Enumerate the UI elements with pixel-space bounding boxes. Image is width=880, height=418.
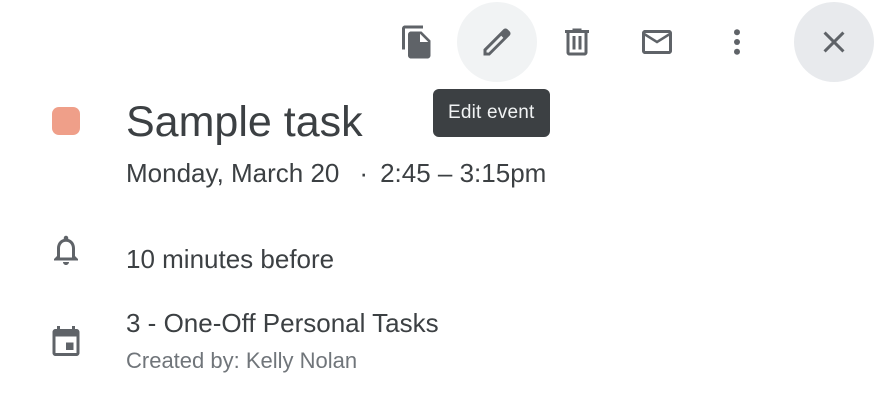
event-color-swatch [52, 107, 80, 135]
created-by-text: Created by: Kelly Nolan [126, 348, 358, 373]
reminder-bell-icon [48, 232, 84, 268]
calendar-icon [48, 323, 84, 359]
datetime-separator: · [359, 158, 369, 188]
duplicate-button[interactable] [377, 2, 457, 82]
delete-icon [565, 28, 589, 56]
reminder-text: 10 minutes before [126, 244, 335, 274]
event-datetime: Monday, March 20 · 2:45 – 3:15pm [126, 156, 546, 190]
event-toolbar [0, 2, 880, 82]
close-icon [823, 31, 845, 53]
more-options-button[interactable] [697, 2, 777, 82]
event-time: 2:45 – 3:15pm [380, 158, 547, 188]
email-icon [642, 30, 672, 54]
edit-event-button[interactable] [457, 2, 537, 82]
close-button[interactable] [794, 2, 874, 82]
calendar-name: 3 - One-Off Personal Tasks [126, 308, 439, 338]
duplicate-icon [402, 25, 431, 59]
email-guests-button[interactable] [617, 2, 697, 82]
delete-button[interactable] [537, 2, 617, 82]
event-date: Monday, March 20 [126, 158, 340, 188]
edit-event-tooltip: Edit event [433, 89, 550, 137]
edit-icon [483, 28, 511, 56]
event-title: Sample task [126, 98, 363, 146]
more-options-icon [734, 29, 740, 55]
